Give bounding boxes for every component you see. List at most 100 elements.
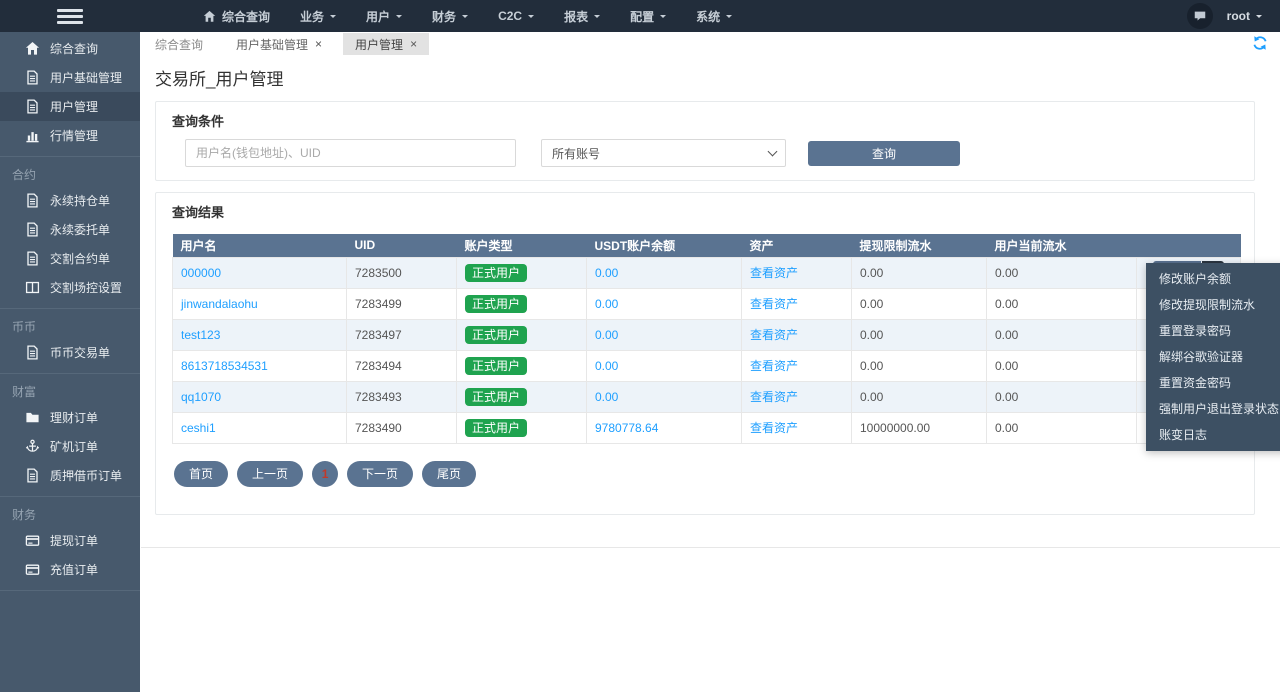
sidebar-item-market-mgmt[interactable]: 行情管理 xyxy=(0,121,140,150)
view-assets-link[interactable]: 查看资产 xyxy=(750,390,798,404)
chevron-down-icon xyxy=(528,15,535,21)
tab-user-mgmt[interactable]: 用户管理 × xyxy=(343,33,430,55)
sidebar-item-user-basic-mgmt[interactable]: 用户基础管理 xyxy=(0,63,140,92)
usdt-balance-link[interactable]: 0.00 xyxy=(595,390,618,404)
usdt-balance-link[interactable]: 9780778.64 xyxy=(595,421,658,435)
menu-item-reset-login-password[interactable]: 重置登录密码 xyxy=(1146,318,1280,344)
search-panel: 查询条件 所有账号 查询 xyxy=(155,101,1255,181)
sidebar-item-miner-orders[interactable]: 矿机订单 xyxy=(0,432,140,461)
view-assets-link[interactable]: 查看资产 xyxy=(750,328,798,342)
column-header-withdraw-limit-flow: 提现限制流水 xyxy=(851,234,987,257)
chevron-down-icon xyxy=(594,15,601,21)
menu-item-modify-balance[interactable]: 修改账户余额 xyxy=(1146,266,1280,292)
withdraw-limit-flow-cell: 0.00 xyxy=(851,256,987,289)
close-icon[interactable]: × xyxy=(410,38,417,50)
pagination-last-button[interactable]: 尾页 xyxy=(422,460,477,487)
topnav-item-system[interactable]: 系统 xyxy=(681,0,747,32)
topnav-item-users[interactable]: 用户 xyxy=(351,0,417,32)
view-assets-link[interactable]: 查看资产 xyxy=(750,359,798,373)
withdraw-limit-flow-cell: 0.00 xyxy=(851,318,987,351)
sidebar-item-wealth-orders[interactable]: 理财订单 xyxy=(0,403,140,432)
sidebar-item-label: 充值订单 xyxy=(50,563,99,577)
sidebar-item-user-mgmt[interactable]: 用户管理 xyxy=(0,92,140,121)
username-link[interactable]: 000000 xyxy=(181,266,221,280)
sidebar-item-label: 币币交易单 xyxy=(50,346,111,360)
sidebar-item-deposit-orders[interactable]: 充值订单 xyxy=(0,555,140,584)
sidebar-item-label: 质押借币订单 xyxy=(50,469,123,483)
username-link[interactable]: 8613718534531 xyxy=(181,359,268,373)
sidebar-item-delivery-contracts[interactable]: 交割合约单 xyxy=(0,244,140,273)
refresh-icon[interactable] xyxy=(1252,35,1268,51)
topnav-item-c2c[interactable]: C2C xyxy=(483,0,549,32)
sidebar-item-overview[interactable]: 综合查询 xyxy=(0,34,140,63)
withdraw-limit-flow-cell: 10000000.00 xyxy=(851,411,987,444)
folder-icon xyxy=(25,410,40,425)
sidebar-group-spot: 币币 币币交易单 xyxy=(0,308,140,373)
uid-cell: 7283493 xyxy=(346,380,457,413)
view-assets-link[interactable]: 查看资产 xyxy=(750,266,798,280)
username-link[interactable]: jinwandalaohu xyxy=(181,297,258,311)
topnav-item-business[interactable]: 业务 xyxy=(285,0,351,32)
username-link[interactable]: qq1070 xyxy=(181,390,221,404)
bar-chart-icon xyxy=(25,128,40,143)
menu-item-unbind-google-auth[interactable]: 解绑谷歌验证器 xyxy=(1146,344,1280,370)
usdt-balance-link[interactable]: 0.00 xyxy=(595,297,618,311)
column-header-actions xyxy=(1136,234,1241,257)
topnav-item-finance[interactable]: 财务 xyxy=(417,0,483,32)
table-row: ceshi1 7283490 正式用户 9780778.64 查看资产 1000… xyxy=(172,411,1241,444)
account-type-select[interactable]: 所有账号 xyxy=(541,139,786,167)
sidebar-section-label: 财务 xyxy=(12,508,37,522)
current-flow-cell: 0.00 xyxy=(986,380,1137,413)
view-assets-link[interactable]: 查看资产 xyxy=(750,297,798,311)
close-icon[interactable]: × xyxy=(315,38,322,50)
tab-user-basic-mgmt[interactable]: 用户基础管理 × xyxy=(224,33,334,55)
chevron-down-icon xyxy=(462,15,469,21)
chevron-down-icon xyxy=(726,15,733,21)
account-type-badge: 正式用户 xyxy=(465,356,528,375)
account-type-badge: 正式用户 xyxy=(465,294,528,313)
search-panel-header: 查询条件 xyxy=(172,114,225,129)
menu-item-force-logout[interactable]: 强制用户退出登录状态 xyxy=(1146,396,1280,422)
user-menu[interactable]: root xyxy=(1227,9,1262,23)
withdraw-limit-flow-cell: 0.00 xyxy=(851,380,987,413)
menu-item-reset-fund-password[interactable]: 重置资金密码 xyxy=(1146,370,1280,396)
sidebar-item-withdraw-orders[interactable]: 提现订单 xyxy=(0,526,140,555)
sidebar-item-spot-trades[interactable]: 币币交易单 xyxy=(0,338,140,367)
pagination-prev-button[interactable]: 上一页 xyxy=(237,460,304,487)
sidebar-section-label: 财富 xyxy=(12,385,37,399)
menu-item-modify-withdraw-limit-flow[interactable]: 修改提现限制流水 xyxy=(1146,292,1280,318)
messages-button[interactable] xyxy=(1186,3,1213,29)
topnav-item-config[interactable]: 配置 xyxy=(615,0,681,32)
sidebar-item-delivery-control[interactable]: 交割场控设置 xyxy=(0,273,140,302)
menu-item-account-change-log[interactable]: 账变日志 xyxy=(1146,422,1280,448)
sidebar-item-perpetual-orders[interactable]: 永续委托单 xyxy=(0,215,140,244)
username-link[interactable]: ceshi1 xyxy=(181,421,216,435)
pagination-next-button[interactable]: 下一页 xyxy=(347,460,414,487)
topnav-item-reports[interactable]: 报表 xyxy=(549,0,615,32)
sidebar-item-label: 提现订单 xyxy=(50,534,99,548)
column-header-uid: UID xyxy=(346,234,457,257)
search-button[interactable]: 查询 xyxy=(808,140,960,166)
usdt-balance-link[interactable]: 0.00 xyxy=(595,328,618,342)
usdt-balance-link[interactable]: 0.00 xyxy=(595,266,618,280)
sidebar-section-label: 合约 xyxy=(12,168,37,182)
uid-cell: 7283490 xyxy=(346,411,457,444)
username-link[interactable]: test123 xyxy=(181,328,220,342)
sidebar-item-pledge-loan-orders[interactable]: 质押借币订单 xyxy=(0,461,140,490)
column-header-current-flow: 用户当前流水 xyxy=(986,234,1137,257)
home-icon xyxy=(25,41,40,56)
sidebar-toggle-button[interactable] xyxy=(0,6,140,27)
view-assets-link[interactable]: 查看资产 xyxy=(750,421,798,435)
sidebar-group-wealth: 财富 理财订单 矿机订单 质押借币订单 xyxy=(0,373,140,496)
results-table: 用户名 UID 账户类型 USDT账户余额 资产 提现限制流水 用户当前流水 0… xyxy=(172,234,1241,444)
pagination-first-button[interactable]: 首页 xyxy=(174,460,229,487)
sidebar-item-perpetual-positions[interactable]: 永续持仓单 xyxy=(0,186,140,215)
topnav-item-overview[interactable]: 综合查询 xyxy=(188,0,285,32)
tab-label: 用户管理 xyxy=(355,37,404,52)
usdt-balance-link[interactable]: 0.00 xyxy=(595,359,618,373)
credit-card-icon xyxy=(25,533,40,548)
search-input[interactable] xyxy=(185,139,516,167)
tab-overview[interactable]: 综合查询 xyxy=(143,33,215,55)
pagination-current-page[interactable]: 1 xyxy=(312,460,339,487)
table-row: 000000 7283500 正式用户 0.00 查看资产 0.00 0.00 … xyxy=(172,256,1241,289)
